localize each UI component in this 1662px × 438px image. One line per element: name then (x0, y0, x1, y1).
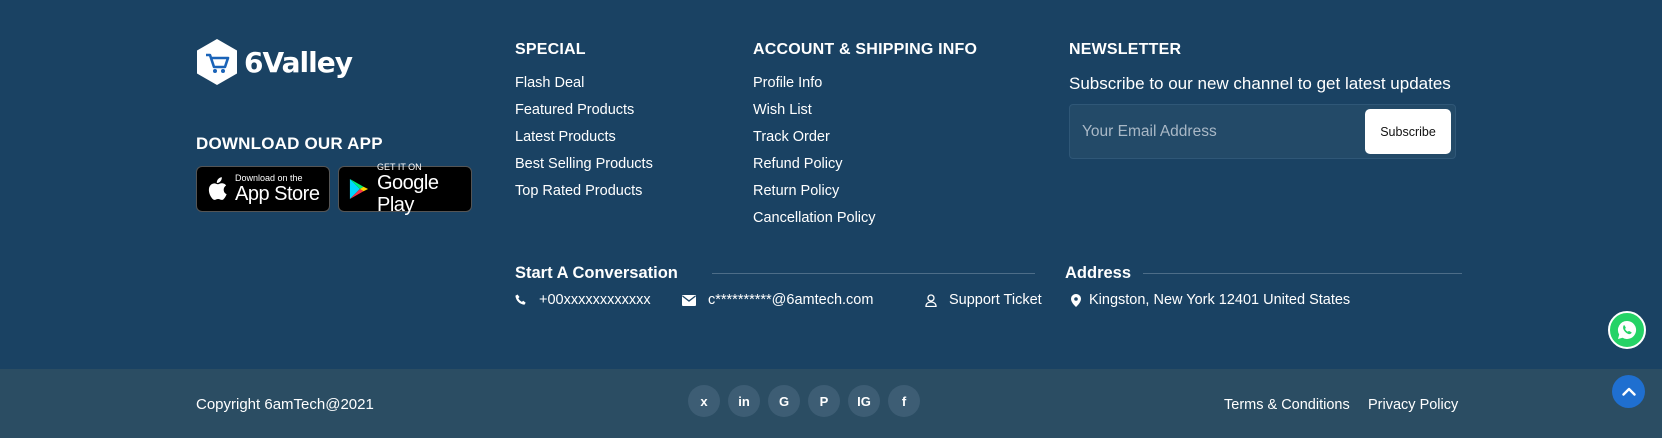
user-icon (925, 293, 937, 307)
subscribe-button[interactable]: Subscribe (1365, 109, 1451, 154)
email-text: c**********@6amtech.com (708, 292, 874, 308)
support-ticket-text: Support Ticket (949, 292, 1042, 308)
chevron-up-icon (1621, 387, 1636, 396)
account-title: ACCOUNT & SHIPPING INFO (753, 41, 978, 58)
account-list: Profile Info Wish List Track Order Refun… (753, 73, 876, 235)
footer-link-profile-info[interactable]: Profile Info (753, 73, 876, 100)
footer-link-refund-policy[interactable]: Refund Policy (753, 154, 876, 181)
newsletter-form: Subscribe (1069, 104, 1456, 159)
conversation-title: Start A Conversation (515, 264, 678, 282)
whatsapp-chat-button[interactable] (1608, 311, 1646, 349)
footer-main: 6Valley DOWNLOAD OUR APP Download on the… (0, 0, 1662, 369)
privacy-policy-link[interactable]: Privacy Policy (1368, 397, 1458, 413)
footer-link-track-order[interactable]: Track Order (753, 127, 876, 154)
address-divider (1143, 273, 1462, 274)
address-title: Address (1065, 264, 1132, 282)
envelope-icon (682, 294, 696, 306)
instagram-icon[interactable]: IG (848, 385, 880, 417)
newsletter-subtitle: Subscribe to our new channel to get late… (1069, 74, 1451, 93)
footer-link-featured-products[interactable]: Featured Products (515, 100, 653, 127)
newsletter-title: NEWSLETTER (1069, 41, 1182, 58)
google-play-button[interactable]: GET IT ON Google Play (338, 162, 472, 216)
phone-text: +00xxxxxxxxxxxx (539, 292, 651, 308)
twitter-x-icon[interactable]: x (688, 385, 720, 417)
map-pin-icon (1071, 293, 1081, 307)
conversation-divider (712, 273, 1035, 274)
facebook-icon[interactable]: f (888, 385, 920, 417)
address-item: Kingston, New York 12401 United States (1071, 292, 1350, 308)
footer-link-flash-deal[interactable]: Flash Deal (515, 73, 653, 100)
support-ticket-link[interactable]: Support Ticket (925, 292, 1042, 308)
footer-link-return-policy[interactable]: Return Policy (753, 181, 876, 208)
google-play-icon (349, 179, 369, 199)
phone-icon (515, 294, 526, 305)
cart-logo-icon (196, 38, 238, 86)
email-link[interactable]: c**********@6amtech.com (682, 292, 873, 308)
google-icon[interactable]: G (768, 385, 800, 417)
footer-link-best-selling-products[interactable]: Best Selling Products (515, 154, 653, 181)
copyright-text: Copyright 6amTech@2021 (196, 396, 374, 413)
phone-link[interactable]: +00xxxxxxxxxxxx (515, 292, 651, 308)
address-text: Kingston, New York 12401 United States (1089, 292, 1351, 308)
footer-link-latest-products[interactable]: Latest Products (515, 127, 653, 154)
terms-conditions-link[interactable]: Terms & Conditions (1224, 397, 1350, 413)
app-store-big-text: App Store (235, 183, 320, 205)
pinterest-icon[interactable]: P (808, 385, 840, 417)
linkedin-icon[interactable]: in (728, 385, 760, 417)
google-play-small-text: GET IT ON (376, 162, 422, 172)
footer-link-cancellation-policy[interactable]: Cancellation Policy (753, 208, 876, 235)
special-list: Flash Deal Featured Products Latest Prod… (515, 73, 653, 208)
whatsapp-icon (1617, 320, 1637, 339)
google-play-big-text: Google Play (376, 172, 439, 216)
brand-logo[interactable]: 6Valley (196, 38, 353, 86)
special-title: SPECIAL (515, 41, 586, 58)
footer-link-top-rated-products[interactable]: Top Rated Products (515, 181, 653, 208)
brand-name: 6Valley (244, 45, 353, 79)
footer-link-wish-list[interactable]: Wish List (753, 100, 876, 127)
scroll-to-top-button[interactable] (1612, 375, 1645, 408)
email-input[interactable] (1082, 105, 1362, 158)
app-store-small-text: Download on the (235, 173, 303, 183)
download-app-title: DOWNLOAD OUR APP (196, 134, 383, 153)
app-store-button[interactable]: Download on the App Store (196, 166, 330, 212)
apple-icon (208, 177, 227, 200)
